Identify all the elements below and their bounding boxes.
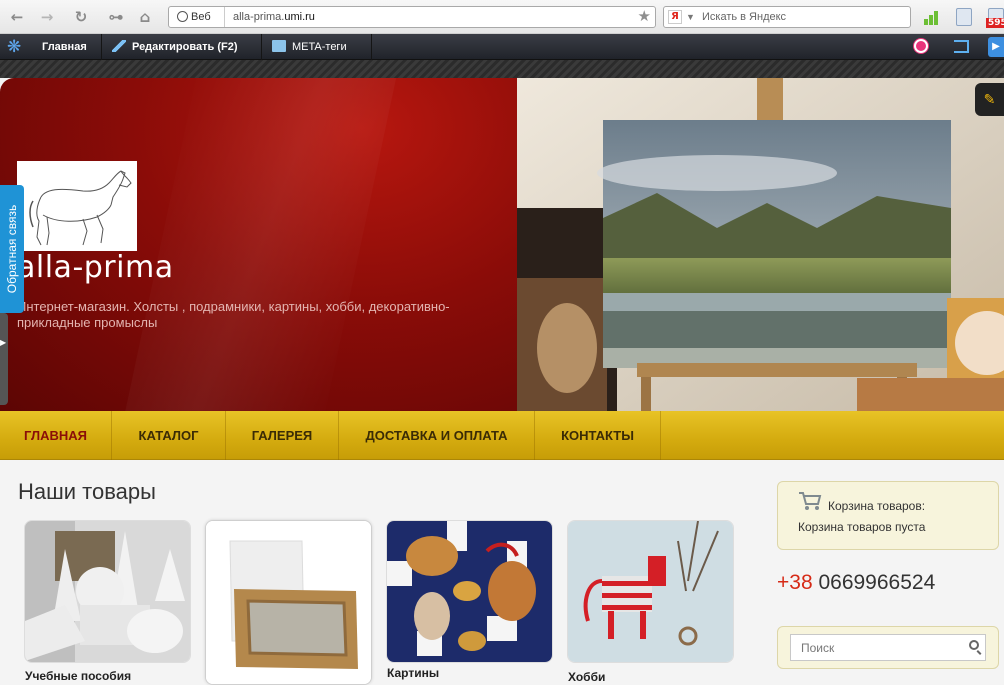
home-icon[interactable]: ⌂ (134, 6, 156, 28)
admin-edit-button[interactable]: Редактировать (F2) (102, 34, 262, 60)
browser-toolbar: ← → ↻ ⊶ ⌂ Веб alla-prima.umi.ru ★ Я ▼ Ис… (0, 0, 1004, 34)
admin-home-button[interactable]: Главная (32, 34, 102, 60)
horse-icon (29, 170, 132, 246)
cart-widget: Корзина товаров: Корзина товаров пуста (777, 481, 999, 550)
phone-code: +38 (777, 571, 813, 594)
product-card-canvas[interactable] (205, 520, 372, 685)
menu-item-catalog[interactable]: КАТАЛОГ (112, 411, 226, 460)
section-title: Наши товары (18, 479, 156, 504)
product-card-paintings[interactable] (386, 520, 553, 663)
product-label[interactable]: Картины (387, 666, 439, 680)
admin-meta-button[interactable]: META-теги (262, 34, 372, 60)
side-panel-handle[interactable]: ▶ (0, 313, 8, 405)
product-card-hobby[interactable] (567, 520, 734, 663)
forward-icon[interactable]: → (36, 6, 58, 28)
product-card-training[interactable] (24, 520, 191, 663)
document-icon[interactable] (956, 8, 972, 26)
yandex-logo-icon: Я (668, 10, 682, 24)
product-image (25, 521, 190, 662)
menu-item-contacts[interactable]: КОНТАКТЫ (535, 411, 661, 460)
pencil-icon (112, 40, 126, 52)
key-icon[interactable]: ⊶ (102, 6, 130, 28)
search-widget (777, 626, 999, 669)
product-image (387, 521, 552, 662)
admin-toolbar: ❋ Главная Редактировать (F2) META-теги (0, 34, 1004, 60)
header-painting-photo (517, 78, 1004, 411)
star-icon[interactable]: ★ (638, 7, 651, 27)
globe-icon (177, 11, 188, 22)
back-icon[interactable]: ← (6, 6, 28, 28)
product-image (568, 521, 733, 662)
address-chip[interactable]: Веб (169, 7, 225, 27)
notification-icon[interactable] (914, 39, 928, 53)
cart-icon[interactable] (798, 491, 822, 511)
phone-number: +38 0669966524 (777, 571, 935, 595)
product-label[interactable]: Хобби (568, 670, 605, 684)
cart-title[interactable]: Корзина товаров: (828, 499, 925, 513)
chevron-down-icon[interactable]: ▼ (686, 7, 695, 27)
phone-digits: 0669966524 (818, 571, 936, 594)
search-icon[interactable] (969, 640, 979, 650)
exit-icon[interactable] (954, 40, 969, 53)
site-logo[interactable] (17, 161, 137, 251)
pin-icon[interactable]: ✎ (975, 83, 1004, 116)
menu-item-home[interactable]: ГЛАВНАЯ (0, 411, 112, 460)
search-input[interactable] (790, 634, 986, 661)
notification-badge: 595 (986, 18, 1004, 28)
yandex-search-placeholder: Искать в Яндекс (702, 11, 787, 23)
site-title[interactable]: alla-prima (17, 250, 174, 285)
header-stripe (0, 60, 1004, 78)
yandex-search-field[interactable]: Я ▼ Искать в Яндекс (663, 6, 911, 28)
product-label[interactable]: Учебные пособия (25, 669, 131, 683)
site-description: Интернет-магазин. Холсты , подрамники, к… (17, 299, 450, 330)
url-text: alla-prima.umi.ru (233, 11, 315, 23)
panel-toggle-icon[interactable]: ▶ (988, 37, 1004, 57)
menu-item-delivery[interactable]: ДОСТАВКА И ОПЛАТА (339, 411, 535, 460)
menu-item-gallery[interactable]: ГАЛЕРЕЯ (226, 411, 339, 460)
feedback-tab[interactable]: Обратная связь (0, 185, 24, 313)
cart-status: Корзина товаров пуста (798, 520, 926, 534)
butterfly-logo-icon[interactable]: ❋ (7, 38, 21, 56)
reload-icon[interactable]: ↻ (70, 6, 92, 28)
main-menu: ГЛАВНАЯ КАТАЛОГ ГАЛЕРЕЯ ДОСТАВКА И ОПЛАТ… (0, 411, 1004, 460)
product-image (206, 521, 371, 684)
folder-icon (272, 40, 286, 52)
address-bar[interactable]: Веб alla-prima.umi.ru ★ (168, 6, 656, 28)
signal-icon[interactable] (924, 9, 944, 25)
